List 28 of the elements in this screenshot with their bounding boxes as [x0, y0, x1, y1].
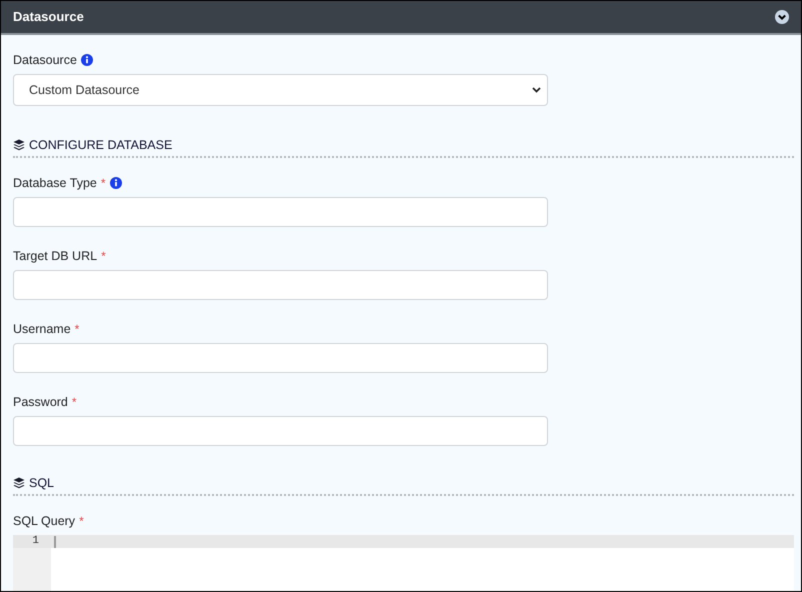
input-field[interactable]	[13, 197, 548, 227]
datasource-select[interactable]: Custom Datasource	[13, 74, 548, 106]
required-mark: *	[101, 248, 106, 265]
field-label: Password	[13, 394, 68, 411]
field-label: Username	[13, 320, 71, 338]
field-label: Datasource	[13, 52, 77, 69]
input-field[interactable]	[13, 343, 548, 373]
field-label: SQL Query	[13, 512, 76, 530]
field-label: Target DB URL	[13, 248, 98, 265]
required-mark: *	[74, 321, 80, 338]
field-label: Database Type	[13, 174, 97, 192]
input-field[interactable]	[13, 416, 548, 446]
text-cursor	[54, 536, 56, 548]
chevron-down-icon[interactable]	[775, 10, 789, 24]
code-editor[interactable]: 1	[13, 535, 794, 591]
section-title: CONFIGURE DATABASE	[29, 136, 172, 154]
required-mark: *	[79, 513, 84, 530]
line-number: 1	[13, 535, 51, 548]
panel-title: Datasource	[13, 8, 84, 26]
section-title: SQL	[29, 474, 54, 492]
required-mark: *	[100, 175, 106, 192]
input-field[interactable]	[13, 270, 548, 300]
required-mark: *	[72, 394, 77, 411]
info-icon[interactable]	[110, 177, 122, 189]
layers-icon	[13, 477, 25, 489]
caret-icon	[532, 87, 541, 93]
info-icon[interactable]	[80, 54, 93, 66]
layers-icon	[13, 139, 25, 151]
